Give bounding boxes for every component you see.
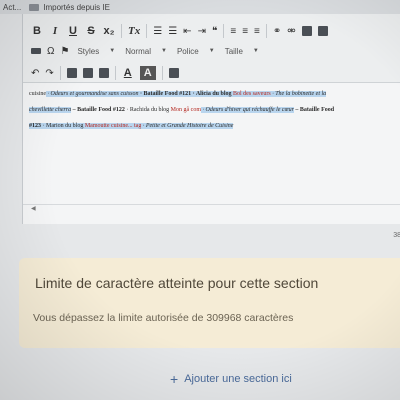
bookmark-label: Importés depuis IE — [43, 2, 110, 12]
content-text-segment: #123 — [29, 123, 41, 129]
content-text-segment: Mon gâ com — [170, 107, 201, 113]
add-section-label: Ajouter une section ici — [184, 373, 292, 385]
plus-icon: + — [170, 371, 179, 387]
hr-icon[interactable] — [31, 48, 41, 54]
content-text-segment: chevillette cherra — [29, 107, 72, 113]
toolbar-separator — [161, 66, 163, 80]
link-icon[interactable]: ⚭ — [273, 26, 281, 37]
content-text-segment: · Bataille Food #121 · Alicia du blog — [138, 91, 234, 97]
bold-button[interactable]: B — [31, 24, 43, 38]
image-icon[interactable] — [301, 26, 312, 36]
undo-icon[interactable]: ↶ — [31, 68, 39, 79]
bullet-list-icon[interactable]: ☰ — [168, 26, 177, 37]
chevron-down-icon: ▼ — [160, 48, 167, 54]
bookmarks-bar: Act... Importés depuis IE — [0, 0, 400, 14]
paste-icon[interactable] — [66, 68, 77, 78]
folder-icon — [29, 3, 40, 11]
format-select[interactable]: Normal ▼ — [123, 44, 169, 58]
editor-toolbar: B I U S x₂ Tx ☰ ☰ ⇤ ⇥ ❝ ≡ ≡ ≡ ⚭ ⚮ Ω ⚑ St… — [23, 14, 400, 83]
flag-icon[interactable]: ⚑ — [60, 46, 69, 57]
scroll-left-arrow-icon[interactable]: ◀ — [31, 205, 36, 212]
align-right-icon[interactable]: ≡ — [254, 26, 260, 37]
source-icon[interactable] — [168, 68, 179, 78]
content-line-2: chevillette cherra – Bataille Food #122 … — [29, 102, 400, 118]
unlink-icon[interactable]: ⚮ — [287, 26, 295, 37]
horizontal-scrollbar[interactable]: ◀ — [23, 204, 400, 213]
content-text-segment: cuisine — [29, 91, 46, 97]
content-text-segment: Bol des saveurs — [233, 91, 271, 97]
size-select-label: Taille — [224, 46, 243, 56]
font-select-label: Police — [176, 46, 199, 56]
toolbar-separator — [59, 66, 61, 80]
content-text-segment: · Marion du blog — [41, 123, 85, 129]
bg-color-button[interactable]: A — [139, 66, 156, 80]
toolbar-separator — [265, 24, 267, 38]
character-limit-warning: Limite de caractère atteinte pour cette … — [19, 258, 400, 348]
special-char-icon[interactable]: Ω — [47, 46, 54, 57]
content-text-segment: – Bataille Food — [293, 107, 335, 113]
toolbar-row-styles: Ω ⚑ Styles ▼ Normal ▼ Police ▼ Taille ▼ — [31, 42, 261, 60]
redo-icon[interactable]: ↷ — [45, 68, 53, 79]
size-select[interactable]: Taille ▼ — [223, 44, 261, 58]
tab-label[interactable]: Act... — [3, 3, 21, 12]
subscript-button[interactable]: x₂ — [103, 24, 115, 38]
content-line-3: #123 · Marion du blog Mamoutte cuisine..… — [29, 118, 400, 134]
paste-text-icon[interactable] — [82, 68, 93, 78]
content-text-segment: – Bataille Food #122 — [71, 107, 125, 113]
toolbar-separator — [146, 24, 148, 38]
add-section-button[interactable]: + Ajouter une section ici — [170, 371, 292, 387]
outdent-icon[interactable]: ⇤ — [183, 26, 191, 37]
content-text-segment: · Odeurs d'hiver qui réchauffe le cœur — [200, 107, 294, 113]
content-line-1: cuisine · Odeurs et gourmandise sans cui… — [29, 86, 400, 102]
blockquote-icon[interactable]: ❝ — [212, 26, 217, 37]
toolbar-row-actions: ↶ ↷ A A — [31, 64, 179, 82]
toolbar-separator — [223, 24, 225, 38]
table-icon[interactable] — [317, 26, 328, 36]
indent-icon[interactable]: ⇥ — [198, 26, 206, 37]
content-text-segment: · Rachida du blog — [124, 107, 171, 113]
text-color-button[interactable]: A — [122, 66, 134, 80]
numbered-list-icon[interactable]: ☰ — [153, 26, 162, 37]
editor-content[interactable]: cuisine · Odeurs et gourmandise sans cui… — [29, 86, 400, 146]
content-text-segment: · The la bobinette et la — [270, 91, 327, 97]
underline-button[interactable]: U — [67, 24, 79, 38]
italic-button[interactable]: I — [49, 24, 61, 38]
character-counter: 38 — [393, 232, 400, 239]
find-icon[interactable] — [98, 68, 109, 78]
content-text-segment: · Petite et Grande Histoire de Cuisine — [141, 123, 234, 129]
warning-message: Vous dépassez la limite autorisée de 309… — [33, 312, 294, 324]
content-text-segment: Mamoutte cuisine... — [84, 123, 134, 129]
align-left-icon[interactable]: ≡ — [230, 26, 236, 37]
toolbar-row-formatting: B I U S x₂ Tx ☰ ☰ ⇤ ⇥ ❝ ≡ ≡ ≡ ⚭ ⚮ — [31, 22, 328, 40]
chevron-down-icon: ▼ — [208, 48, 215, 54]
content-text-segment: · Odeurs et gourmandise sans cuisson — [46, 91, 139, 97]
bookmark-folder-imported[interactable]: Importés depuis IE — [29, 3, 110, 12]
toolbar-separator — [121, 24, 122, 38]
styles-select[interactable]: Styles ▼ — [75, 44, 117, 58]
rich-text-editor: B I U S x₂ Tx ☰ ☰ ⇤ ⇥ ❝ ≡ ≡ ≡ ⚭ ⚮ Ω ⚑ St… — [22, 14, 400, 239]
clear-format-button[interactable]: Tx — [128, 24, 140, 38]
strikethrough-button[interactable]: S — [85, 24, 97, 38]
format-select-label: Normal — [125, 46, 151, 56]
warning-title: Limite de caractère atteinte pour cette … — [35, 275, 319, 291]
font-select[interactable]: Police ▼ — [175, 44, 217, 58]
chevron-down-icon: ▼ — [109, 48, 116, 54]
toolbar-separator — [114, 66, 116, 80]
align-center-icon[interactable]: ≡ — [242, 26, 248, 37]
chevron-down-icon: ▼ — [252, 48, 259, 54]
styles-select-label: Styles — [77, 46, 100, 56]
